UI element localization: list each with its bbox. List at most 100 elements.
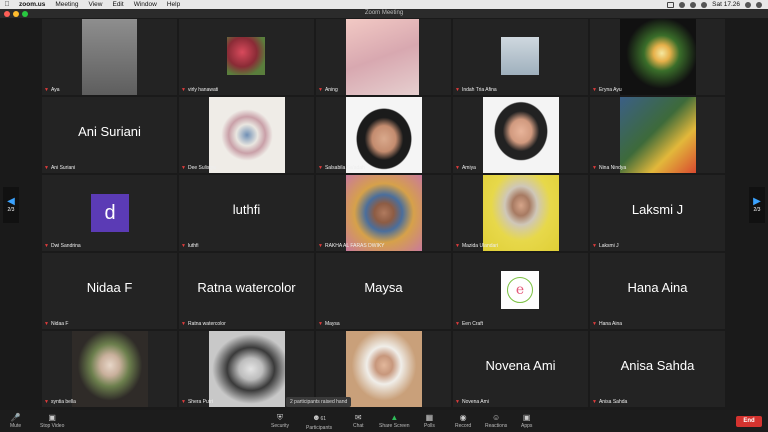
participant-tile[interactable]: ▼ RAKHA AL FARAS DWIKY <box>316 175 451 251</box>
participant-tile[interactable]: Ani Suriani ▼ Ani Suriani <box>42 97 177 173</box>
mic-muted-icon: ▼ <box>181 87 186 93</box>
share-screen-button[interactable]: ▲ Share Screen <box>379 412 410 429</box>
window-titlebar: Zoom Meeting <box>0 9 768 18</box>
participant-label: ▼ virly hanawati <box>181 87 219 93</box>
mic-muted-icon: ▼ <box>455 243 460 249</box>
search-icon[interactable] <box>745 1 751 8</box>
clock[interactable]: Sat 17.26 <box>712 0 740 9</box>
display-name: Ratna watercolor <box>197 279 296 295</box>
apps-button[interactable]: ▣ Apps <box>521 412 532 429</box>
mic-muted-icon: ▼ <box>44 399 49 405</box>
display-name: Anisa Sahda <box>620 357 695 373</box>
raised-hand-tooltip[interactable]: 2 participants raised hand <box>286 397 352 407</box>
polls-icon: ▦ <box>425 413 434 422</box>
mic-muted-icon: ▼ <box>318 165 323 171</box>
participant-label: ▼ Ratna watercolor <box>181 321 226 327</box>
participant-tile[interactable]: Hana Aina ▼ Hana Aina <box>590 253 725 329</box>
record-icon: ◉ <box>459 413 467 422</box>
participant-tile[interactable]: Nidaa F ▼ Nidaa F <box>42 253 177 329</box>
chat-icon: ✉ <box>354 413 362 422</box>
participant-tile[interactable]: ▼ Mazida Ulandari <box>453 175 588 251</box>
menu-help[interactable]: Help <box>162 0 185 9</box>
display-name: Maysa <box>364 279 403 295</box>
participant-tile[interactable]: d ▼ Dwi Sandrina <box>42 175 177 251</box>
watercolor-photo <box>209 97 285 173</box>
apple-icon[interactable]:  <box>0 0 14 9</box>
profile-photo <box>620 97 696 173</box>
reactions-button[interactable]: ☺ Reactions <box>485 412 507 429</box>
logo: e <box>501 271 539 309</box>
participant-tile[interactable]: ▼ Dee Sulistya <box>179 97 314 173</box>
share-screen-icon: ▲ <box>390 413 399 422</box>
participant-tile[interactable]: ▼ syntia bella <box>42 331 177 407</box>
participant-tile[interactable]: ▼ Eryna Ayu <box>590 19 725 95</box>
stop-video-button[interactable]: ▣ Stop Video <box>40 412 64 429</box>
participant-tile[interactable] <box>316 331 451 407</box>
meeting-toolbar: 🎤 Mute ▣ Stop Video ⛨ Security ☻61 Parti… <box>0 410 768 432</box>
mic-muted-icon: ▼ <box>181 399 186 405</box>
end-meeting-button[interactable]: End <box>736 416 762 427</box>
participant-tile[interactable]: ▼ virly hanawati <box>179 19 314 95</box>
menu-window[interactable]: Window <box>129 0 162 9</box>
participant-tile[interactable]: ▼ Amiya <box>453 97 588 173</box>
participant-label: ▼ Een Craft <box>455 321 484 327</box>
participant-tile[interactable]: luthfi ▼ luthfi <box>179 175 314 251</box>
apps-icon: ▣ <box>522 413 531 422</box>
minimize-icon[interactable] <box>13 10 19 17</box>
profile-photo <box>501 37 539 75</box>
mic-muted-icon: ▼ <box>318 321 323 327</box>
participant-tile[interactable]: Ratna watercolor ▼ Ratna watercolor <box>179 253 314 329</box>
menu-meeting[interactable]: Meeting <box>50 0 83 9</box>
participant-tile[interactable]: Anisa Sahda ▼ Anisa Sahda <box>590 331 725 407</box>
participant-label: ▼ Hana Aina <box>592 321 623 327</box>
mic-muted-icon: ▼ <box>181 321 186 327</box>
participant-tile[interactable]: ▼ Aning <box>316 19 451 95</box>
window-title: Zoom Meeting <box>364 10 404 16</box>
participants-button[interactable]: ☻61 Participants <box>306 412 332 431</box>
mac-menubar:  zoom.us Meeting View Edit Window Help … <box>0 0 768 9</box>
participant-tile[interactable]: Laksmi J ▼ Laksmi J <box>590 175 725 251</box>
display-name: Hana Aina <box>627 279 688 295</box>
mic-muted-icon: ▼ <box>592 87 597 93</box>
participant-label: ▼ Dwi Sandrina <box>44 243 81 249</box>
display-icon[interactable] <box>667 1 675 8</box>
display-name: Ani Suriani <box>78 123 141 139</box>
participant-tile[interactable]: e ▼ Een Craft <box>453 253 588 329</box>
menu-edit[interactable]: Edit <box>107 0 128 9</box>
participant-label: ▼ Anisa Sahda <box>592 399 628 405</box>
mute-button[interactable]: 🎤 Mute <box>10 412 21 429</box>
polls-button[interactable]: ▦ Polls <box>424 412 435 429</box>
mic-muted-icon: ▼ <box>44 165 49 171</box>
video-feed <box>82 19 137 95</box>
participant-tile[interactable]: Novena Ami ▼ Novena Ami <box>453 331 588 407</box>
flower-photo <box>227 37 265 75</box>
wifi-icon[interactable] <box>701 1 708 8</box>
prev-page-button[interactable]: ◀ 2/3 <box>3 187 19 223</box>
participant-tile[interactable]: ▼ Aya <box>42 19 177 95</box>
security-button[interactable]: ⛨ Security <box>271 412 289 429</box>
close-icon[interactable] <box>4 10 10 17</box>
participant-tile[interactable]: Maysa ▼ Maysa <box>316 253 451 329</box>
participant-tile[interactable]: ▼ Nina Nindya <box>590 97 725 173</box>
fullscreen-icon[interactable] <box>22 10 28 17</box>
participant-tile[interactable]: ▼ Indah Tria Afina <box>453 19 588 95</box>
control-center-icon[interactable] <box>756 1 762 8</box>
participant-label: ▼ Eryna Ayu <box>592 87 622 93</box>
mic-muted-icon: ▼ <box>44 87 49 93</box>
next-page-button[interactable]: ▶ 2/3 <box>749 187 765 223</box>
chevron-left-icon: ◀ <box>7 196 15 207</box>
display-name: Nidaa F <box>86 279 133 295</box>
mic-muted-icon: ▼ <box>592 243 597 249</box>
battery-icon[interactable] <box>690 1 697 8</box>
menu-app[interactable]: zoom.us <box>14 0 50 9</box>
record-button[interactable]: ◉ Record <box>455 412 471 429</box>
profile-photo <box>483 97 559 173</box>
participant-tile[interactable]: ▼ Salsabila Sa'adah <box>316 97 451 173</box>
chat-button[interactable]: ✉ Chat <box>353 412 364 429</box>
logo-mark: e <box>507 277 533 303</box>
participants-count: 61 <box>320 416 327 422</box>
participant-tile[interactable]: ▼ Shera Putri <box>179 331 314 407</box>
participant-label: ▼ Maysa <box>318 321 340 327</box>
zoom-status-icon[interactable] <box>679 1 686 8</box>
menu-view[interactable]: View <box>84 0 108 9</box>
